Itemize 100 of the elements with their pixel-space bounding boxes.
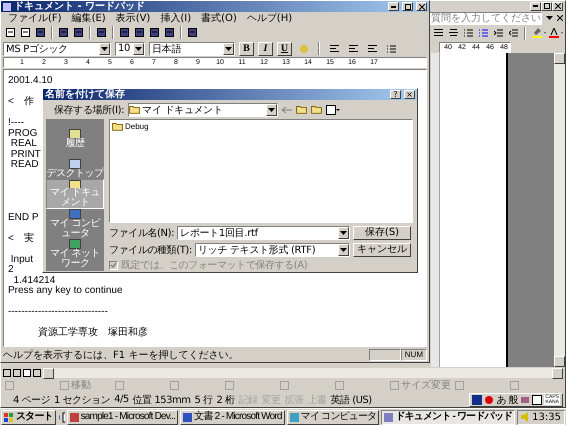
ime-icon[interactable] [472,394,482,404]
maximize-icon [404,4,410,10]
status-text: 2 桁 [215,394,236,406]
place-icon [69,129,81,139]
ime-mode[interactable]: 般 [508,392,518,406]
align-icon [368,44,377,52]
shape-icon [170,380,179,390]
shape-icon [280,380,289,390]
document-text: < 作 [8,96,34,107]
document-text: END P [8,212,39,222]
file-type-label: ファイルの種類(T): [109,244,192,256]
document-text: 2 [8,264,14,275]
places-item[interactable]: 履歴 [46,119,104,149]
document-text: < 実 [8,232,34,244]
dropdown-arrow-icon [340,230,347,234]
close-icon [418,4,424,10]
status-text: 4/5 [113,394,130,405]
close-button[interactable] [552,2,563,10]
format-button[interactable]: B [239,42,254,56]
menu-item[interactable]: 挿入(I) [155,11,196,25]
taskbar-button[interactable]: ドキュメント - ワードパッド [381,410,516,424]
document-text: PROG [8,128,38,138]
file-type-select[interactable]: リッチ テキスト形式 (RTF) [194,242,350,256]
places-item[interactable]: マイ ネットワーク [46,239,104,269]
font-select[interactable]: MS Pゴシック [3,42,111,56]
app-icon [3,2,11,10]
taskbar-button[interactable]: マイ コンピュータ [286,410,380,424]
menu-item[interactable]: 編集(E) [66,11,111,25]
shape-icon [455,380,464,390]
restore-icon [544,3,550,9]
taskbar-button[interactable]: 文書 2 - Microsoft Word [180,410,285,424]
view-menu-icon[interactable] [326,104,340,114]
document-text: PRINT [10,148,41,160]
close-button[interactable]: × [404,90,415,99]
font-color-button[interactable] [546,26,561,40]
location-select[interactable]: マイ ドキュメント [128,102,278,116]
filename-field[interactable]: レポート1回目.rtf [177,226,350,240]
dropdown-arrow-icon [340,248,347,252]
dropdown-arrow-icon [268,108,276,112]
vertical-scrollbar[interactable] [554,53,565,367]
script-select[interactable]: 日本語 [149,42,235,56]
places-item[interactable]: デスクトップ [46,149,104,179]
place-icon [69,159,81,169]
document-text: READ [10,159,39,170]
align-icon [434,29,443,37]
folder-icon [112,122,123,131]
ball-icon[interactable] [484,394,494,404]
document-text: 2001.4.10 [8,75,52,86]
save-button[interactable]: 保存(S) [353,226,411,240]
clock: 13:35 [532,412,561,422]
align-icon [330,44,339,52]
folder-item[interactable]: Debug [112,122,149,131]
document-text: 1.414214 [12,274,56,286]
minimize-button[interactable] [388,2,399,11]
file-list[interactable]: Debug [109,119,413,223]
cancel-button[interactable]: キャンセル [353,242,411,256]
dialog-title: 名前を付けて保存 [45,89,125,100]
status-text: 4 ページ [12,394,52,406]
ime-mode[interactable]: あ [496,392,506,406]
align-icon [349,44,358,52]
close-button[interactable] [416,2,427,11]
list-icon [464,29,473,37]
dropdown-arrow-icon [135,46,142,50]
status-pane [368,349,401,361]
indent-icon [509,29,518,37]
shape-icon [5,380,14,390]
close-icon[interactable] [557,15,563,21]
status-text: 英語 (US) [330,394,373,406]
start-button[interactable]: スタート [1,410,56,424]
document-text: !---- [8,117,24,128]
help-icon[interactable] [532,394,542,404]
menu-item[interactable]: 表示(V) [110,11,156,25]
format-button[interactable]: U [277,42,292,56]
minimize-button[interactable] [530,2,541,10]
maximize-button[interactable] [402,2,413,11]
document-text: 資源工学専攻 塚田和彦 [37,327,148,338]
menu-item[interactable]: ファイル(F) [3,11,67,25]
highlight-button[interactable] [529,26,544,40]
taskbar-button[interactable]: sample1 - Microsoft Dev... [66,410,178,424]
list-icon [479,29,488,37]
question-field[interactable]: 質問を入力してください [428,12,542,24]
places-item[interactable]: マイ コンピュータ [46,209,104,239]
place-icon [69,209,81,219]
minimize-icon [391,6,396,8]
app-icon [70,412,79,422]
format-button[interactable]: I [258,42,273,56]
horizontal-scrollbar[interactable] [43,368,563,378]
folder-icon [129,105,140,114]
maximize-button[interactable] [541,2,552,10]
status-text: 5 行 [193,394,214,406]
place-icon [69,239,81,249]
back-icon[interactable] [282,106,292,114]
size-select[interactable]: 10 [115,42,145,56]
menu-item[interactable]: ヘルプ(H) [242,11,298,25]
indent-icon [494,29,503,37]
app-icon [290,412,299,422]
help-button[interactable]: ? [390,90,401,99]
menu-item[interactable]: 書式(O) [196,11,242,25]
document-text: Press any key to continue [8,285,123,296]
place-icon [69,180,81,188]
